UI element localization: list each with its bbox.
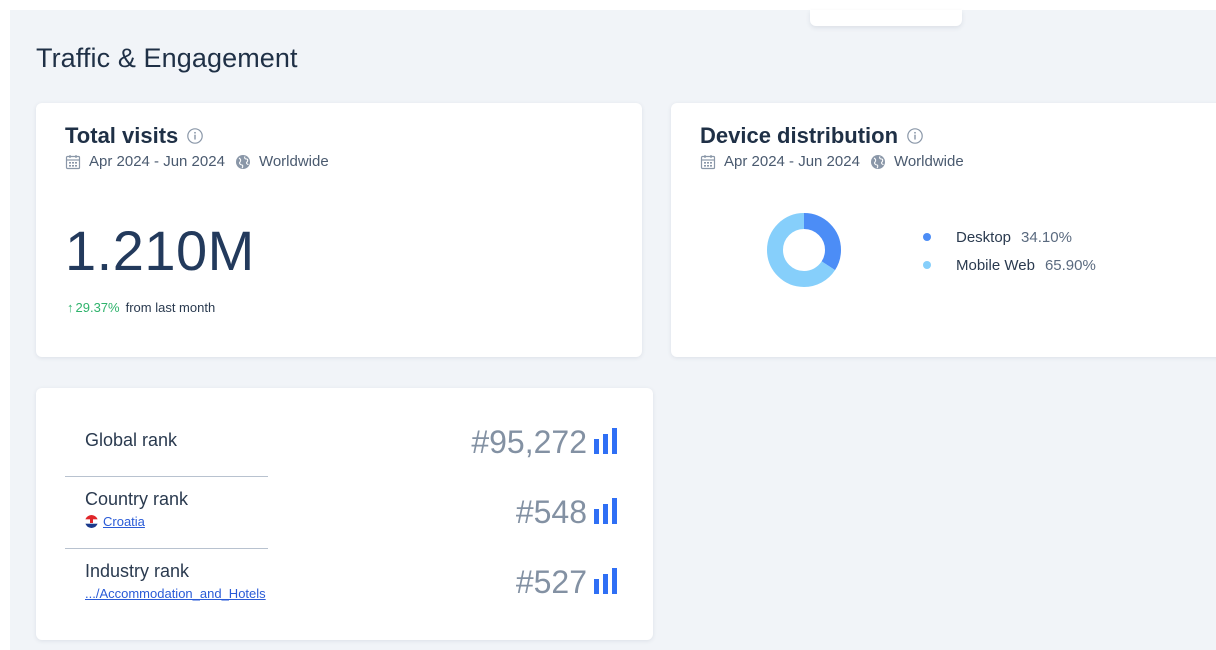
industry-rank-label: Industry rank bbox=[85, 561, 190, 581]
croatia-flag-icon bbox=[85, 515, 98, 528]
desktop-legend-dot bbox=[923, 233, 931, 241]
device-donut-chart bbox=[767, 213, 841, 287]
mobile-web-legend-label: Mobile Web bbox=[956, 256, 1035, 274]
info-icon[interactable] bbox=[186, 127, 204, 145]
industry-rank-link[interactable]: .../Accommodation_and_Hotels bbox=[85, 586, 266, 601]
device-distribution-meta: Apr 2024 - Jun 2024 Worldwide bbox=[700, 153, 964, 170]
page-background: Traffic & Engagement Total visits Apr 20… bbox=[10, 10, 1216, 650]
global-rank-value: #95,272 bbox=[471, 424, 587, 460]
visits-change-value: 29.37% bbox=[75, 300, 120, 315]
desktop-legend-label: Desktop bbox=[956, 228, 1012, 246]
country-rank-row: Country rank Croatia #548 bbox=[65, 476, 621, 548]
desktop-legend-value: 34.10% bbox=[1021, 228, 1072, 246]
total-visits-date-range: Apr 2024 - Jun 2024 bbox=[89, 153, 225, 170]
total-visits-value: 1.210M bbox=[65, 219, 255, 282]
legend-item-desktop: Desktop 34.10% bbox=[923, 223, 1096, 251]
total-visits-title-text: Total visits bbox=[65, 123, 179, 148]
rank-divider bbox=[65, 476, 268, 477]
industry-rank-sub: .../Accommodation_and_Hotels bbox=[85, 586, 266, 601]
calendar-icon bbox=[700, 154, 716, 169]
device-distribution-date-range: Apr 2024 - Jun 2024 bbox=[724, 153, 860, 170]
total-visits-meta: Apr 2024 - Jun 2024 Worldwide bbox=[65, 153, 329, 170]
legend-item-mobile-web: Mobile Web 65.90% bbox=[923, 251, 1096, 279]
visits-change: ↑ 29.37% from last month bbox=[65, 300, 215, 315]
top-popover bbox=[810, 10, 962, 26]
rank-bars-icon[interactable] bbox=[593, 428, 619, 454]
mobile-web-legend-dot bbox=[923, 261, 931, 269]
device-distribution-title: Device distribution bbox=[700, 123, 924, 149]
mobile-web-legend-value: 65.90% bbox=[1044, 256, 1096, 274]
rank-bars-icon[interactable] bbox=[593, 568, 619, 594]
rank-divider bbox=[65, 548, 268, 549]
section-title: Traffic & Engagement bbox=[36, 43, 298, 73]
device-legend: Desktop 34.10% Mobile Web 65.90% bbox=[923, 223, 1096, 279]
industry-rank-value: #527 bbox=[515, 564, 587, 600]
device-distribution-card: Device distribution Apr 2024 - Jun 2024 bbox=[671, 103, 1216, 357]
total-visits-title: Total visits bbox=[65, 123, 204, 149]
country-rank-value: #548 bbox=[515, 494, 587, 530]
global-rank-row: Global rank #95,272 bbox=[65, 412, 621, 476]
industry-rank-row: Industry rank .../Accommodation_and_Hote… bbox=[65, 548, 621, 618]
globe-icon bbox=[235, 154, 250, 169]
total-visits-card: Total visits Apr 2024 - Jun 2024 Worldwi… bbox=[36, 103, 642, 357]
device-distribution-title-text: Device distribution bbox=[700, 123, 899, 148]
device-distribution-region: Worldwide bbox=[893, 153, 964, 170]
global-rank-label: Global rank bbox=[85, 430, 178, 450]
ranks-card: Global rank #95,272 Country rank Croatia… bbox=[36, 388, 653, 640]
rank-bars-icon[interactable] bbox=[593, 498, 619, 524]
globe-icon bbox=[870, 154, 885, 169]
visits-change-suffix: from last month bbox=[125, 300, 216, 315]
country-rank-label: Country rank bbox=[85, 489, 189, 509]
info-icon[interactable] bbox=[906, 127, 924, 145]
calendar-icon bbox=[65, 154, 81, 169]
visits-change-percent: ↑ 29.37% bbox=[65, 300, 120, 315]
up-arrow-icon: ↑ bbox=[67, 300, 74, 315]
country-rank-link[interactable]: Croatia bbox=[103, 514, 145, 529]
country-rank-sub: Croatia bbox=[85, 514, 145, 529]
total-visits-region: Worldwide bbox=[258, 153, 329, 170]
